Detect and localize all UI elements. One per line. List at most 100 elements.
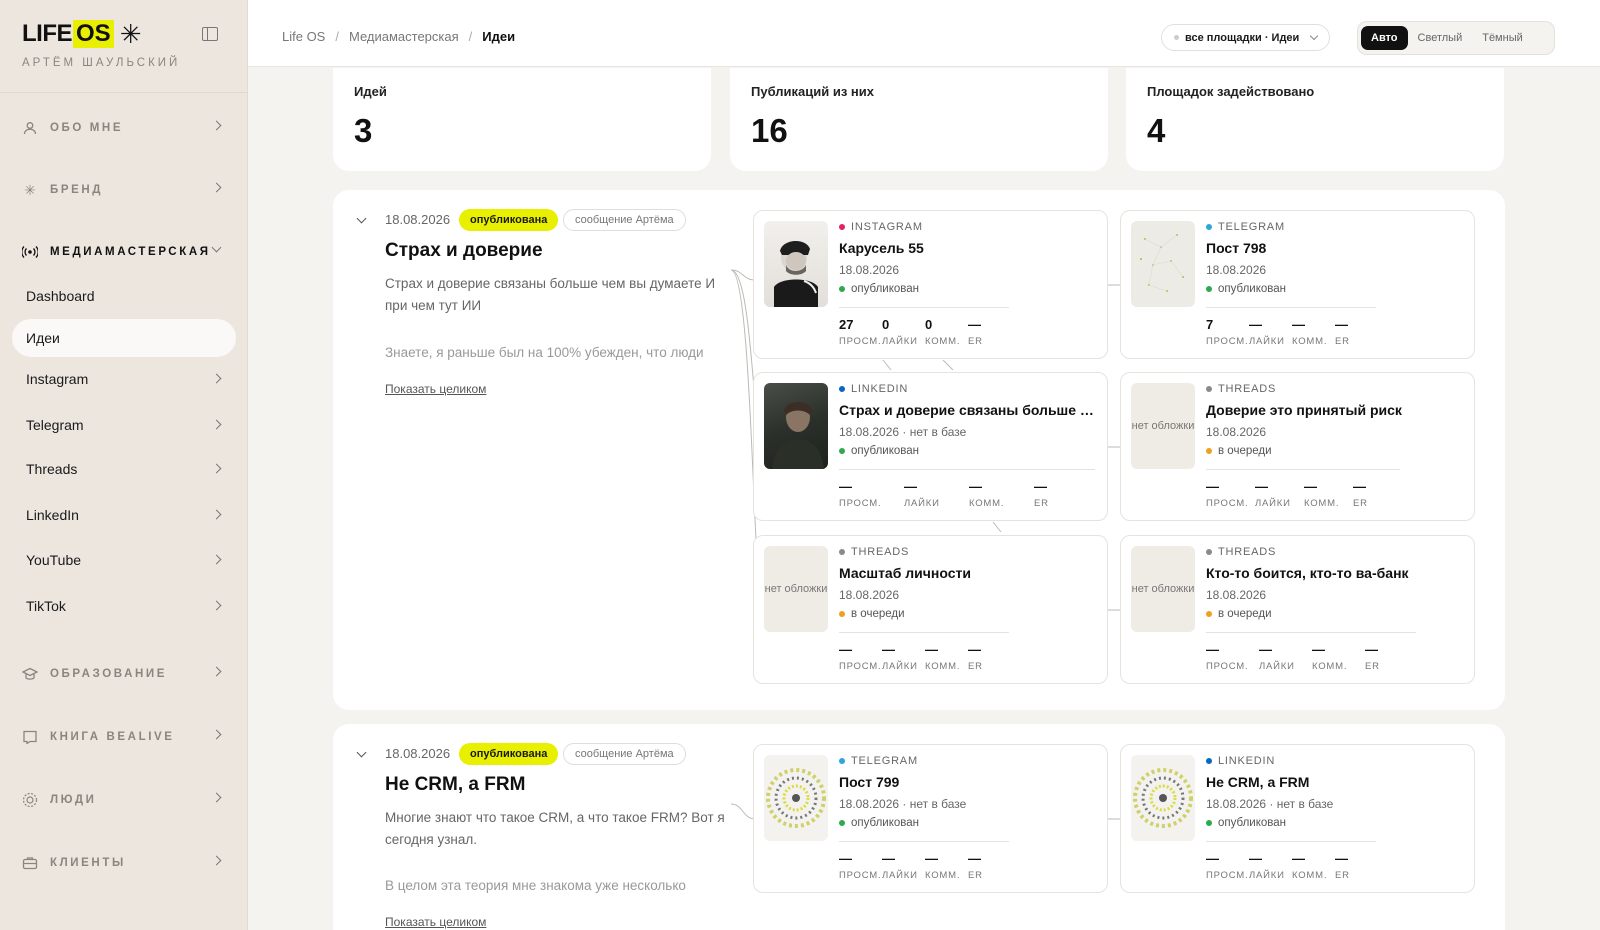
idea-description: Многие знают что такое CRM, а что такое …	[385, 810, 725, 847]
metric-label: ЛАЙКИ	[904, 498, 940, 509]
idea-excerpt: В целом эта теория мне знакома уже неско…	[385, 878, 686, 893]
owner-name: АРТЁМ ШАУЛЬСКИЙ	[22, 57, 181, 69]
publication-status: опубликован	[839, 283, 919, 295]
stat-label: Публикаций из них	[751, 84, 874, 99]
publication-card[interactable]: нет обложки THREADS Кто-то боится, кто-т…	[1120, 535, 1475, 684]
metric-value: —	[1312, 642, 1325, 657]
sidebar-item-tiktok[interactable]: TikTok	[12, 587, 236, 625]
metrics: — ПРОСМ. — ЛАЙКИ — КОММ. — ER	[839, 851, 1011, 881]
logo-life: LIFE	[22, 20, 73, 47]
theme-auto-button[interactable]: Авто	[1361, 26, 1408, 50]
publication-cover-image	[1131, 221, 1195, 307]
metric-views: — ПРОСМ.	[839, 851, 882, 881]
idea-card: 18.08.2026 опубликована сообщение Артёма…	[333, 724, 1505, 930]
sidebar-item-label: Telegram	[26, 417, 84, 433]
metric-likes: — ЛАЙКИ	[882, 851, 925, 881]
metric-views: — ПРОСМ.	[839, 479, 904, 509]
status-dot-icon	[839, 286, 845, 292]
sidebar-section-clients[interactable]: КЛИЕНТЫ	[22, 851, 228, 875]
sidebar-item-label: Идеи	[26, 330, 60, 346]
sidebar-section-education[interactable]: ОБРАЗОВАНИЕ	[22, 662, 228, 686]
publication-card[interactable]: LINKEDIN Не CRM, а FRM 18.08.2026 · нет …	[1120, 744, 1475, 893]
platform-name: LINKEDIN	[851, 383, 909, 395]
status-text: в очереди	[1218, 608, 1272, 620]
divider	[1206, 469, 1400, 470]
book-icon	[22, 729, 38, 745]
show-all-link[interactable]: Показать целиком	[385, 382, 486, 396]
chevron-right-icon	[211, 600, 222, 611]
metric-label: ER	[968, 870, 983, 881]
user-icon	[22, 120, 38, 136]
platform-name: THREADS	[1218, 546, 1277, 558]
publication-card[interactable]: TELEGRAM Пост 799 18.08.2026 · нет в баз…	[753, 744, 1108, 893]
theme-dark-button[interactable]: Тёмный	[1472, 26, 1533, 50]
idea-description: Страх и доверие связаны больше чем вы ду…	[385, 276, 716, 313]
chevron-right-icon	[211, 120, 222, 131]
publication-cover-image	[1131, 755, 1195, 841]
platform-name: INSTAGRAM	[851, 221, 923, 233]
sidebar-toggle-icon[interactable]	[202, 27, 218, 41]
chevron-right-icon	[211, 666, 222, 677]
platform-filter-dropdown[interactable]: все площадки · Идеи	[1161, 24, 1331, 51]
metric-er: — ER	[968, 317, 1011, 347]
metric-label: ПРОСМ.	[1206, 498, 1249, 509]
source-badge: сообщение Артёма	[563, 209, 686, 231]
sidebar-section-label: БРЕНД	[50, 184, 104, 196]
publication-status: в очереди	[1206, 445, 1272, 457]
platform-dot-icon	[839, 224, 845, 230]
sidebar: LIFE OS ✳ АРТЁМ ШАУЛЬСКИЙ ОБО МНЕ ✳ БРЕН…	[0, 0, 248, 930]
chevron-down-icon[interactable]	[356, 213, 367, 224]
metric-value: —	[1365, 642, 1378, 657]
idea-excerpt: Знаете, я раньше был на 100% убежден, чт…	[385, 345, 704, 360]
metric-views: — ПРОСМ.	[1206, 851, 1249, 881]
sidebar-section-media[interactable]: МЕДИАМАСТЕРСКАЯ	[22, 240, 228, 264]
sidebar-item-youtube[interactable]: YouTube	[12, 541, 236, 579]
idea-date: 18.08.2026	[385, 746, 451, 761]
metric-comments: — КОММ.	[1312, 642, 1365, 672]
sidebar-section-book[interactable]: КНИГА BEALIVE	[22, 725, 228, 749]
sidebar-section-brand[interactable]: ✳ БРЕНД	[22, 178, 228, 202]
metric-comments: — КОММ.	[1304, 479, 1353, 509]
breadcrumb-item[interactable]: Life OS	[282, 29, 325, 44]
publication-date: 18.08.2026	[1206, 263, 1267, 277]
theme-light-button[interactable]: Светлый	[1408, 26, 1473, 50]
publication-date: 18.08.2026 · нет в базе	[1206, 797, 1334, 811]
logo[interactable]: LIFE OS ✳	[22, 20, 141, 48]
briefcase-icon	[22, 855, 38, 871]
metric-label: ER	[968, 661, 983, 672]
sidebar-section-about[interactable]: ОБО МНЕ	[22, 116, 228, 140]
sidebar-item-label: Threads	[26, 461, 78, 477]
show-all-link[interactable]: Показать целиком	[385, 915, 486, 929]
sidebar-item-linkedin[interactable]: LinkedIn	[12, 496, 236, 534]
chevron-right-icon	[211, 373, 222, 384]
publication-status: опубликован	[1206, 817, 1286, 829]
metric-comments: — КОММ.	[925, 642, 968, 672]
metric-label: ЛАЙКИ	[882, 336, 918, 347]
chevron-down-icon[interactable]	[356, 747, 367, 758]
metric-value: —	[969, 479, 982, 494]
publication-card[interactable]: нет обложки THREADS Масштаб личности 18.…	[753, 535, 1108, 684]
sidebar-item-telegram[interactable]: Telegram	[12, 406, 236, 444]
sidebar-item-threads[interactable]: Threads	[12, 450, 236, 488]
sidebar-item-dashboard[interactable]: Dashboard	[12, 277, 236, 315]
breadcrumb-item[interactable]: Медиамастерская	[349, 29, 459, 44]
sidebar-item-instagram[interactable]: Instagram	[12, 360, 236, 398]
sidebar-section-people[interactable]: ЛЮДИ	[22, 788, 228, 812]
sidebar-item-label: TikTok	[26, 598, 66, 614]
sidebar-section-label: МЕДИАМАСТЕРСКАЯ	[50, 246, 211, 258]
idea-date: 18.08.2026	[385, 212, 451, 227]
publication-card[interactable]: TELEGRAM Пост 798 18.08.2026 опубликован…	[1120, 210, 1475, 359]
metric-value: —	[1259, 642, 1272, 657]
metric-value: —	[925, 642, 938, 657]
metric-label: КОММ.	[969, 498, 1005, 509]
publication-cover-image	[764, 221, 828, 307]
publication-title: Пост 798	[1206, 240, 1267, 256]
metric-label: КОММ.	[1312, 661, 1348, 672]
metric-value: —	[925, 851, 938, 866]
publication-card[interactable]: INSTAGRAM Карусель 55 18.08.2026 опублик…	[753, 210, 1108, 359]
sidebar-item-ideas[interactable]: Идеи	[12, 319, 236, 357]
publication-card[interactable]: LINKEDIN Страх и доверие связаны больше …	[753, 372, 1108, 521]
publication-card[interactable]: нет обложки THREADS Доверие это принятый…	[1120, 372, 1475, 521]
metric-value: —	[968, 317, 981, 332]
metric-label: КОММ.	[925, 336, 961, 347]
